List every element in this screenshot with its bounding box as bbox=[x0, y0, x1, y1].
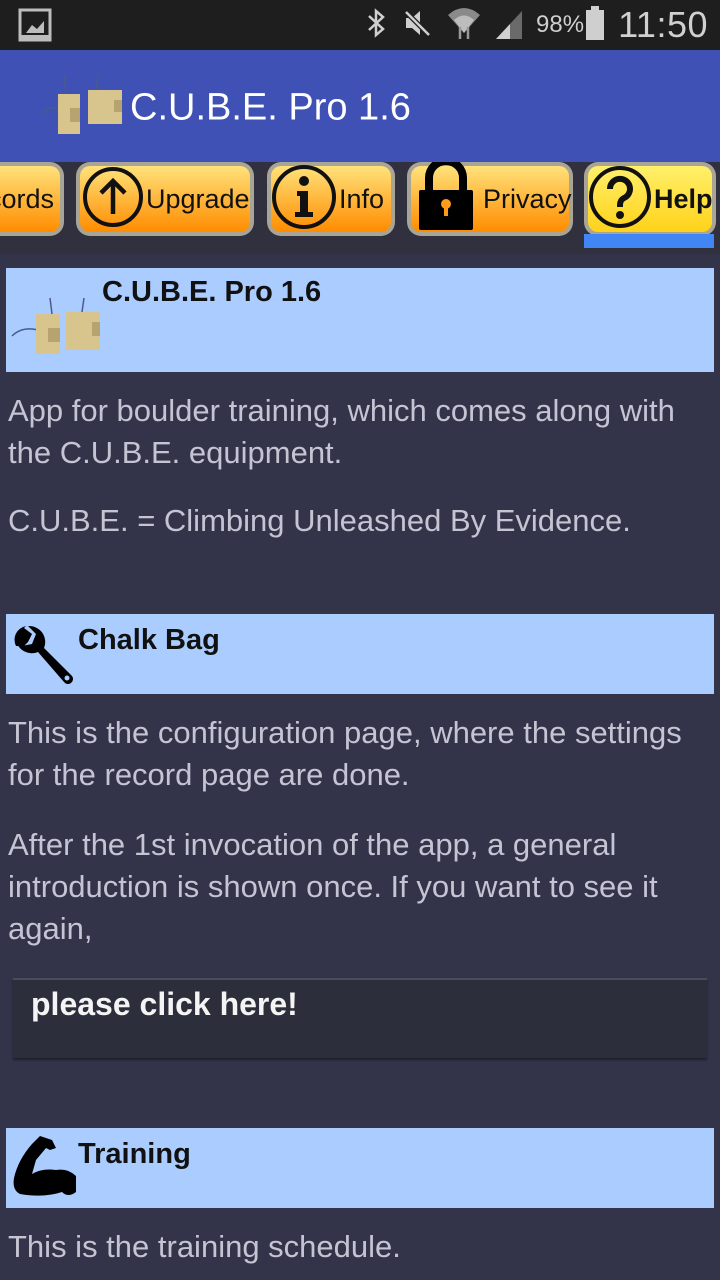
question-circle-icon bbox=[588, 165, 652, 234]
chalk-bag-paragraph-2: After the 1st invocation of the app, a g… bbox=[8, 827, 658, 946]
app-bar: C.U.B.E. Pro 1.6 bbox=[0, 50, 720, 162]
arrow-up-circle-icon bbox=[82, 166, 144, 233]
wrench-icon bbox=[10, 622, 76, 693]
image-notification-icon bbox=[18, 8, 52, 42]
about-paragraph-1: App for boulder training, which comes al… bbox=[8, 393, 675, 470]
cube-logo-icon bbox=[10, 292, 100, 361]
tab-info-label: Info bbox=[339, 183, 385, 214]
bluetooth-icon bbox=[366, 7, 388, 44]
section-title-about: C.U.B.E. Pro 1.6 bbox=[102, 276, 322, 308]
about-paragraph-2: C.U.B.E. = Climbing Unleashed By Evidenc… bbox=[8, 503, 631, 538]
section-title-chalk-bag: Chalk Bag bbox=[78, 624, 220, 656]
active-tab-indicator bbox=[584, 234, 714, 248]
tab-records-label: cords bbox=[0, 183, 54, 214]
wifi-icon bbox=[446, 5, 482, 46]
tab-records[interactable]: cords bbox=[0, 162, 64, 236]
info-circle-icon bbox=[271, 164, 337, 235]
tab-upgrade[interactable]: Upgrade bbox=[76, 162, 254, 236]
show-introduction-button[interactable]: please click here! bbox=[13, 978, 707, 1058]
tab-privacy[interactable]: Privacy bbox=[407, 162, 573, 236]
chalk-bag-paragraph-1: This is the configuration page, where th… bbox=[8, 715, 682, 792]
flexed-arm-icon bbox=[12, 1134, 78, 1203]
signal-icon bbox=[496, 7, 523, 44]
clock: 11:50 bbox=[618, 4, 708, 45]
tab-privacy-label: Privacy bbox=[483, 183, 572, 214]
app-title: C.U.B.E. Pro 1.6 bbox=[130, 86, 411, 129]
lock-icon bbox=[417, 162, 475, 235]
show-introduction-label: please click here! bbox=[31, 986, 298, 1022]
section-header-training: Training bbox=[6, 1128, 714, 1208]
tab-help-label: Help bbox=[654, 183, 713, 214]
battery-icon bbox=[586, 5, 605, 45]
tab-bar: cords Upgrade Info Privacy bbox=[0, 162, 720, 254]
tab-upgrade-label: Upgrade bbox=[146, 183, 250, 214]
mute-icon bbox=[402, 8, 432, 43]
tab-help[interactable]: Help bbox=[584, 162, 716, 236]
battery-percent: 98% bbox=[536, 11, 585, 38]
section-header-chalk-bag: Chalk Bag bbox=[6, 614, 714, 694]
section-header-about: C.U.B.E. Pro 1.6 bbox=[6, 268, 714, 372]
section-title-training: Training bbox=[78, 1138, 191, 1170]
training-paragraph-1: This is the training schedule. bbox=[8, 1229, 401, 1264]
cube-logo-icon bbox=[40, 73, 126, 138]
status-bar: 98% 11:50 bbox=[0, 0, 720, 50]
tab-info[interactable]: Info bbox=[267, 162, 395, 236]
